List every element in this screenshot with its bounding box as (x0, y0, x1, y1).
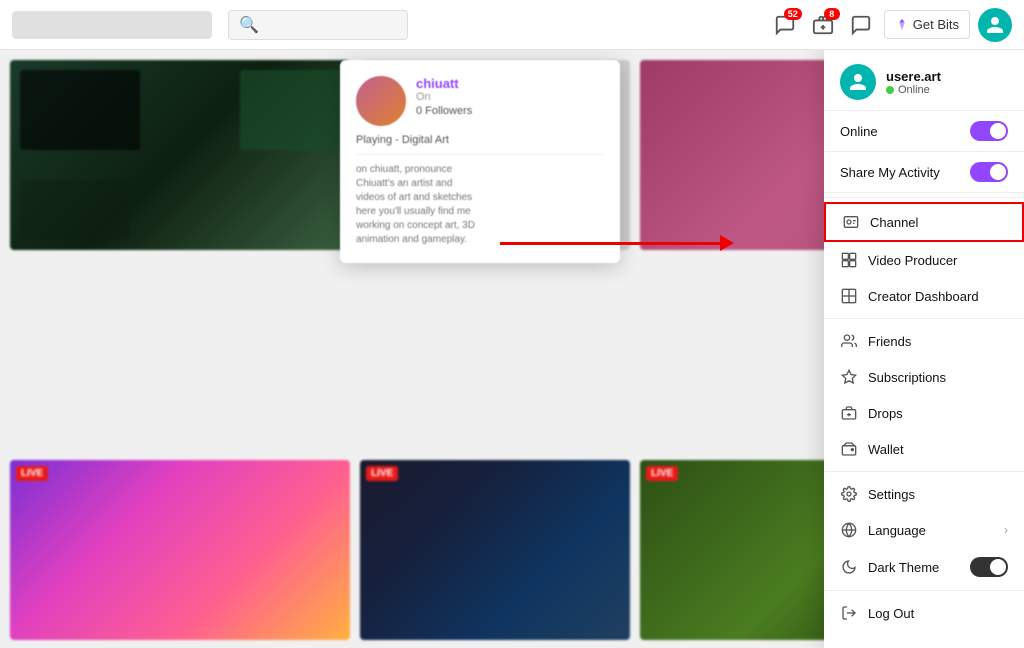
dropdown-share-activity-row[interactable]: Share My Activity (824, 152, 1024, 193)
online-toggle-knob (990, 123, 1006, 139)
online-row-label: Online (840, 124, 878, 139)
gear-icon (840, 485, 858, 503)
subscriptions-label: Subscriptions (868, 370, 1008, 385)
drops-label: Drops (868, 406, 1008, 421)
profile-info: chiuatt On 0 Followers (416, 76, 472, 117)
profile-popup-username: chiuatt (416, 76, 472, 91)
get-bits-button[interactable]: Get Bits (884, 10, 970, 39)
gift-card-icon (840, 404, 858, 422)
profile-popup-header: chiuatt On 0 Followers (356, 76, 604, 126)
dark-theme-toggle[interactable] (970, 557, 1008, 577)
channel-label: Channel (870, 215, 1006, 230)
dropdown-user-info: usere.art Online (886, 69, 941, 96)
user-avatar-button[interactable] (978, 8, 1012, 42)
wallet-label: Wallet (868, 442, 1008, 457)
tile-4: LIVE (10, 460, 350, 640)
share-activity-toggle-knob (990, 164, 1006, 180)
online-dot (886, 86, 894, 94)
dropdown-item-wallet[interactable]: Wallet (824, 431, 1024, 467)
online-status: Online (886, 84, 941, 96)
language-label: Language (868, 523, 994, 538)
dropdown-item-video-producer[interactable]: Video Producer (824, 242, 1024, 278)
dropdown-item-settings[interactable]: Settings (824, 476, 1024, 512)
dark-theme-label: Dark Theme (868, 560, 960, 575)
share-activity-toggle[interactable] (970, 162, 1008, 182)
dropdown-user-section: usere.art Online (824, 50, 1024, 111)
arrow-line (500, 242, 720, 245)
star-icon (840, 368, 858, 386)
online-toggle[interactable] (970, 121, 1008, 141)
user-dropdown-menu: usere.art Online Online Share My Activit… (824, 50, 1024, 648)
profile-popup-game: Playing - Digital Art (356, 134, 604, 146)
nav-icons: 52 8 Get Bits (770, 8, 1012, 42)
grid-square-icon (840, 287, 858, 305)
dropdown-avatar (840, 64, 876, 100)
dropdown-item-logout[interactable]: Log Out (824, 595, 1024, 631)
dropdown-item-creator-dashboard[interactable]: Creator Dashboard (824, 278, 1024, 314)
profile-popup-card: chiuatt On 0 Followers Playing - Digital… (340, 60, 620, 263)
divider-1 (824, 197, 1024, 198)
dropdown-item-dark-theme[interactable]: Dark Theme (824, 548, 1024, 586)
creator-dashboard-label: Creator Dashboard (868, 289, 1008, 304)
dropdown-item-friends[interactable]: Friends (824, 323, 1024, 359)
dark-theme-toggle-knob (990, 559, 1006, 575)
video-grid-icon (840, 251, 858, 269)
search-icon: 🔍 (239, 15, 259, 35)
profile-popup-followers: 0 Followers (416, 105, 472, 117)
claims-badge: 8 (824, 8, 840, 20)
wallet-icon (840, 440, 858, 458)
notifications-button[interactable]: 52 (770, 10, 800, 40)
live-badge-1: LIVE (16, 466, 48, 481)
share-activity-label: Share My Activity (840, 165, 940, 180)
divider-3 (824, 471, 1024, 472)
dropdown-item-drops[interactable]: Drops (824, 395, 1024, 431)
logout-label: Log Out (868, 606, 1008, 621)
friends-label: Friends (868, 334, 1008, 349)
live-badge-3: LIVE (646, 466, 678, 481)
tile-5: LIVE (360, 460, 630, 640)
chat-button[interactable] (846, 10, 876, 40)
door-exit-icon (840, 604, 858, 622)
annotation-arrow (500, 235, 734, 251)
main-content: LIVE LIVE LIVE chiuatt On 0 Followers Pl… (0, 50, 1024, 648)
video-producer-label: Video Producer (868, 253, 1008, 268)
notifications-badge: 52 (784, 8, 802, 20)
divider-2 (824, 318, 1024, 319)
top-navigation: 🔍 52 8 (0, 0, 1024, 50)
chevron-right-icon: › (1004, 523, 1008, 537)
moon-icon (840, 558, 858, 576)
friends-icon (840, 332, 858, 350)
arrow-head (720, 235, 734, 251)
online-label: Online (898, 84, 930, 96)
profile-popup-status: On (416, 91, 472, 103)
settings-label: Settings (868, 487, 1008, 502)
divider-4 (824, 590, 1024, 591)
dropdown-item-channel[interactable]: Channel (824, 202, 1024, 242)
claims-button[interactable]: 8 (808, 10, 838, 40)
search-box[interactable]: 🔍 (228, 10, 408, 40)
profile-divider (356, 154, 604, 155)
dropdown-username: usere.art (886, 69, 941, 84)
person-card-icon (842, 213, 860, 231)
diamond-icon (895, 18, 909, 32)
dropdown-online-row[interactable]: Online (824, 111, 1024, 152)
get-bits-label: Get Bits (913, 17, 959, 32)
logo-area (12, 11, 212, 39)
dropdown-item-language[interactable]: Language › (824, 512, 1024, 548)
tile-1 (10, 60, 350, 250)
globe-icon (840, 521, 858, 539)
live-badge-2: LIVE (366, 466, 398, 481)
dropdown-item-subscriptions[interactable]: Subscriptions (824, 359, 1024, 395)
profile-popup-avatar (356, 76, 406, 126)
